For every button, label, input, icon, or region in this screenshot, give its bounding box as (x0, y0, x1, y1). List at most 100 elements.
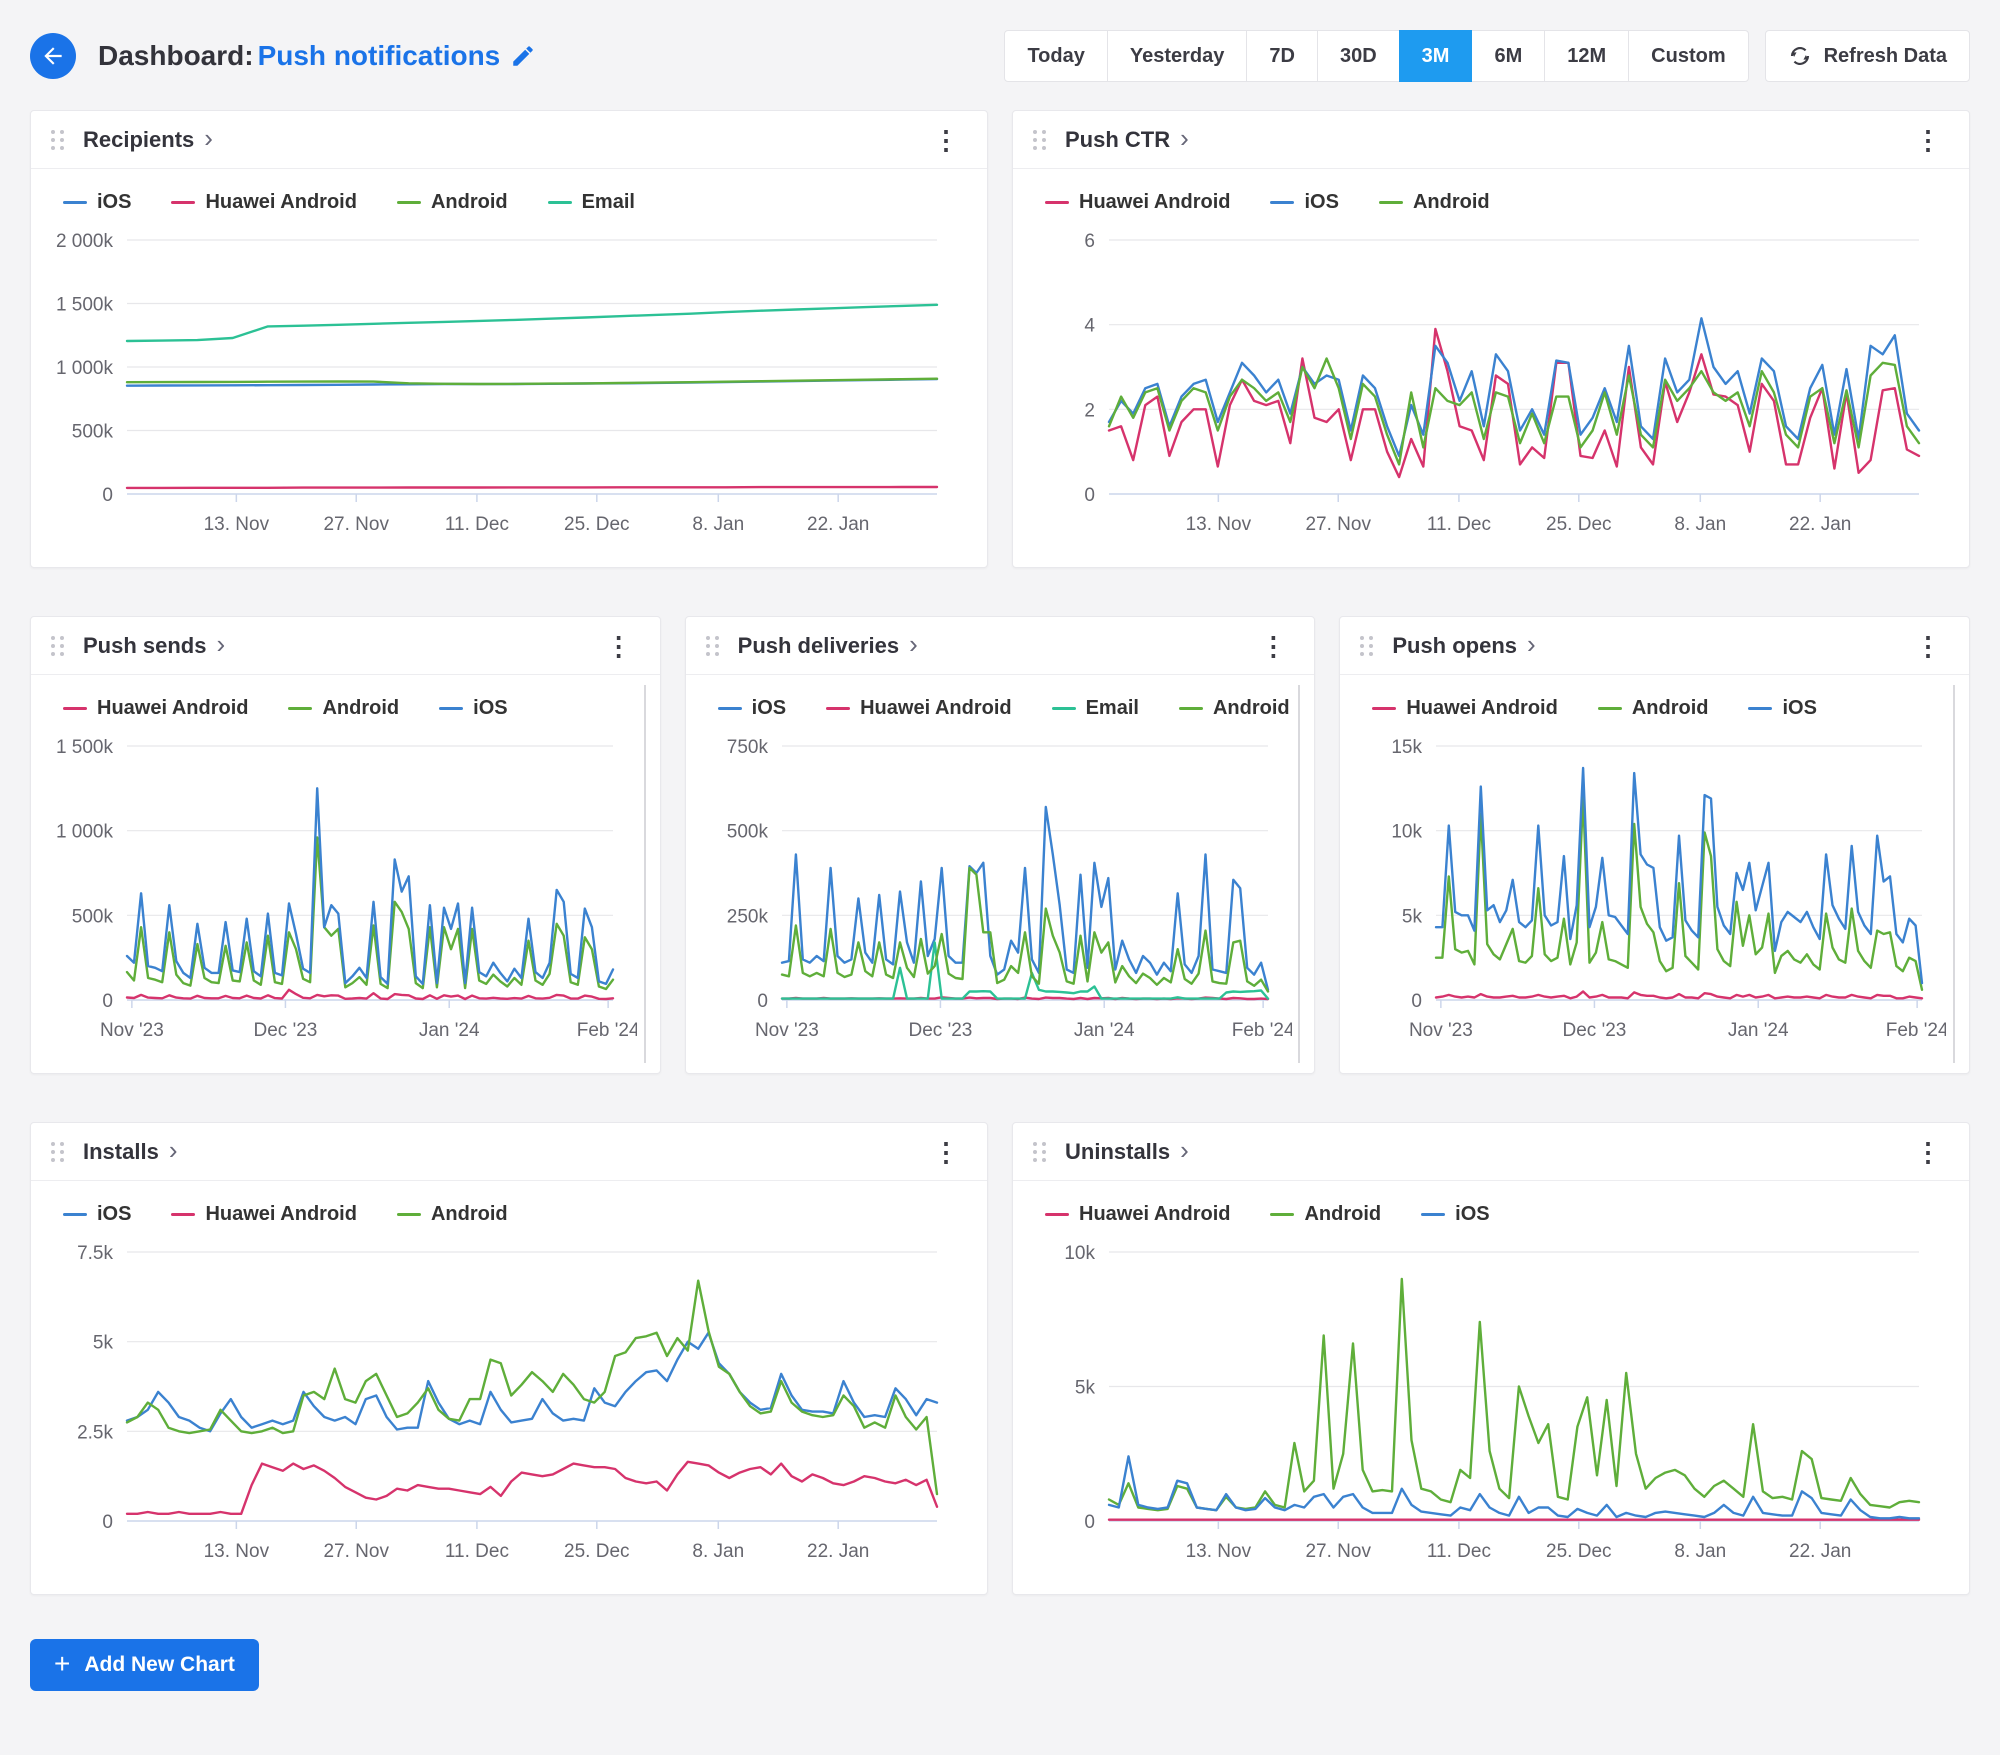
legend-label: Huawei Android (97, 697, 249, 719)
drag-handle-icon[interactable] (51, 1138, 69, 1166)
range-button-7d[interactable]: 7D (1246, 30, 1318, 82)
refresh-data-button[interactable]: Refresh Data (1764, 30, 1970, 82)
legend-item-huawei-android[interactable]: Huawei Android (1372, 697, 1558, 720)
card-body: iOS Huawei Android Android 0 2.5k 5k 7.5k 13. N… (31, 1181, 987, 1594)
legend-item-huawei-android[interactable]: Huawei Android (826, 697, 1012, 720)
edit-icon[interactable] (510, 43, 536, 69)
x-tick-label: 25. Dec (1546, 1541, 1611, 1562)
range-button-custom[interactable]: Custom (1628, 30, 1749, 82)
card-title-link[interactable]: Uninstalls › (1065, 1137, 1189, 1165)
legend-item-huawei-android[interactable]: Huawei Android (1045, 191, 1230, 214)
legend-label: Huawei Android (205, 1203, 357, 1225)
legend-item-huawei-android[interactable]: Huawei Android (63, 697, 248, 720)
drag-handle-icon[interactable] (705, 632, 724, 660)
card-title-link[interactable]: Recipients › (83, 125, 213, 153)
x-tick-label: Dec '23 (254, 1020, 318, 1041)
kebab-menu-icon[interactable]: ⋮ (1907, 631, 1949, 661)
legend-item-ios[interactable]: iOS (1270, 191, 1339, 214)
legend-swatch (1045, 1213, 1069, 1216)
legend-swatch (63, 1213, 87, 1216)
legend-item-huawei-android[interactable]: Huawei Android (1045, 1203, 1230, 1226)
range-button-6m[interactable]: 6M (1471, 30, 1546, 82)
y-tick-label: 2.5k (77, 1422, 113, 1443)
legend-label: Huawei Android (1406, 697, 1558, 719)
range-button-3m[interactable]: 3M (1398, 30, 1473, 82)
card-header: Uninstalls › ⋮ (1013, 1123, 1969, 1181)
dashboard-name-link[interactable]: Push notifications (258, 40, 501, 72)
y-tick-label: 7.5k (77, 1243, 113, 1264)
legend-item-ios[interactable]: iOS (63, 191, 131, 214)
y-tick-label: 6 (1084, 231, 1095, 252)
kebab-menu-icon[interactable]: ⋮ (1907, 125, 1949, 155)
y-tick-label: 0 (1412, 991, 1423, 1012)
chart-plot-push-deliveries: 0 250k 500k 750k Nov '23 Dec '23 Jan '24 Feb '2… (726, 737, 1294, 1041)
kebab-menu-icon[interactable]: ⋮ (925, 1137, 967, 1167)
add-new-chart-button[interactable]: + Add New Chart (30, 1639, 259, 1691)
legend-item-android[interactable]: Android (1597, 697, 1708, 720)
drag-handle-icon[interactable] (51, 126, 69, 154)
card-header: Push CTR › ⋮ (1013, 111, 1969, 169)
y-tick-label: 1 000k (56, 822, 114, 843)
drag-handle-icon[interactable] (51, 632, 69, 660)
card-title-link[interactable]: Push opens › (1392, 631, 1535, 659)
kebab-menu-icon[interactable]: ⋮ (598, 631, 640, 661)
y-tick-label: 0 (102, 1512, 113, 1533)
top-bar-right: Today Yesterday 7D 30D 3M 6M 12M Custom (1004, 30, 1970, 82)
legend-swatch (171, 201, 196, 204)
refresh-icon (1788, 44, 1812, 68)
legend-label: Email (581, 191, 635, 213)
y-tick-label: 5k (1402, 906, 1423, 927)
x-tick-label: 11. Dec (1427, 514, 1491, 535)
chart-plot-push-ctr: 0 2 4 6 13. Nov 27. Nov 11. Dec 25. Dec 8. Jan 22… (1084, 231, 1921, 535)
legend-item-huawei-android[interactable]: Huawei Android (171, 1203, 357, 1226)
x-tick-label: 13. Nov (1186, 514, 1252, 535)
card-title-link[interactable]: Installs › (83, 1137, 177, 1165)
chart-card-push-ctr: Push CTR › ⋮ Huawei Android iOS Android 0 2 4 6 13… (1012, 110, 1970, 568)
legend-item-android[interactable]: Android (1378, 191, 1490, 214)
chart-legend: Huawei Android Android iOS (1350, 695, 1959, 726)
range-button-12m[interactable]: 12M (1544, 30, 1630, 82)
kebab-menu-icon[interactable]: ⋮ (1907, 1137, 1949, 1167)
x-tick-label: 27. Nov (1305, 1541, 1371, 1562)
back-button[interactable] (30, 33, 76, 79)
kebab-menu-icon[interactable]: ⋮ (925, 125, 967, 155)
card-title-link[interactable]: Push CTR › (1065, 125, 1189, 153)
card-header: Recipients › ⋮ (31, 111, 987, 169)
card-title: Push sends (83, 632, 207, 658)
legend-swatch (1378, 201, 1403, 204)
legend-item-android[interactable]: Android (1178, 697, 1290, 720)
x-tick-label: Feb '24 (1886, 1020, 1946, 1041)
legend-item-ios[interactable]: iOS (439, 697, 508, 720)
legend-swatch (63, 707, 87, 710)
range-button-today[interactable]: Today (1004, 30, 1108, 82)
legend-item-ios[interactable]: iOS (1421, 1203, 1490, 1226)
drag-handle-icon[interactable] (1360, 632, 1378, 660)
range-button-yesterday[interactable]: Yesterday (1106, 30, 1248, 82)
legend-item-android[interactable]: Android (288, 697, 399, 720)
charts-row-3: Installs › ⋮ iOS Huawei Android Android 0 2.5k 5… (30, 1122, 1970, 1595)
kebab-menu-icon[interactable]: ⋮ (1252, 631, 1294, 661)
legend-item-ios[interactable]: iOS (63, 1203, 131, 1226)
legend-item-email[interactable]: Email (1051, 697, 1139, 720)
card-body: iOS Huawei Android Android Email 0 500k 1 000k… (31, 169, 987, 567)
card-title-link[interactable]: Push sends › (83, 631, 225, 659)
y-tick-label: 750k (726, 737, 768, 758)
card-title: Push opens (1392, 632, 1518, 658)
x-tick-label: 8. Jan (1674, 1541, 1726, 1562)
legend-item-android[interactable]: Android (396, 191, 508, 214)
legend-label: Huawei Android (1079, 1203, 1231, 1225)
legend-item-huawei-android[interactable]: Huawei Android (171, 191, 357, 214)
card-title-link[interactable]: Push deliveries › (738, 631, 918, 659)
drag-handle-icon[interactable] (1033, 1138, 1051, 1166)
legend-item-ios[interactable]: iOS (717, 697, 786, 720)
legend-item-ios[interactable]: iOS (1748, 697, 1817, 720)
x-tick-label: 25. Dec (564, 514, 629, 535)
x-tick-label: 13. Nov (204, 1541, 270, 1562)
x-tick-label: Feb '24 (577, 1020, 637, 1041)
drag-handle-icon[interactable] (1033, 126, 1051, 154)
card-body: Huawei Android Android iOS 0 5k 10k 15k Nov '23… (1340, 675, 1969, 1073)
legend-item-android[interactable]: Android (1270, 1203, 1381, 1226)
range-button-30d[interactable]: 30D (1316, 30, 1400, 82)
legend-item-android[interactable]: Android (396, 1203, 508, 1226)
legend-item-email[interactable]: Email (547, 191, 635, 214)
